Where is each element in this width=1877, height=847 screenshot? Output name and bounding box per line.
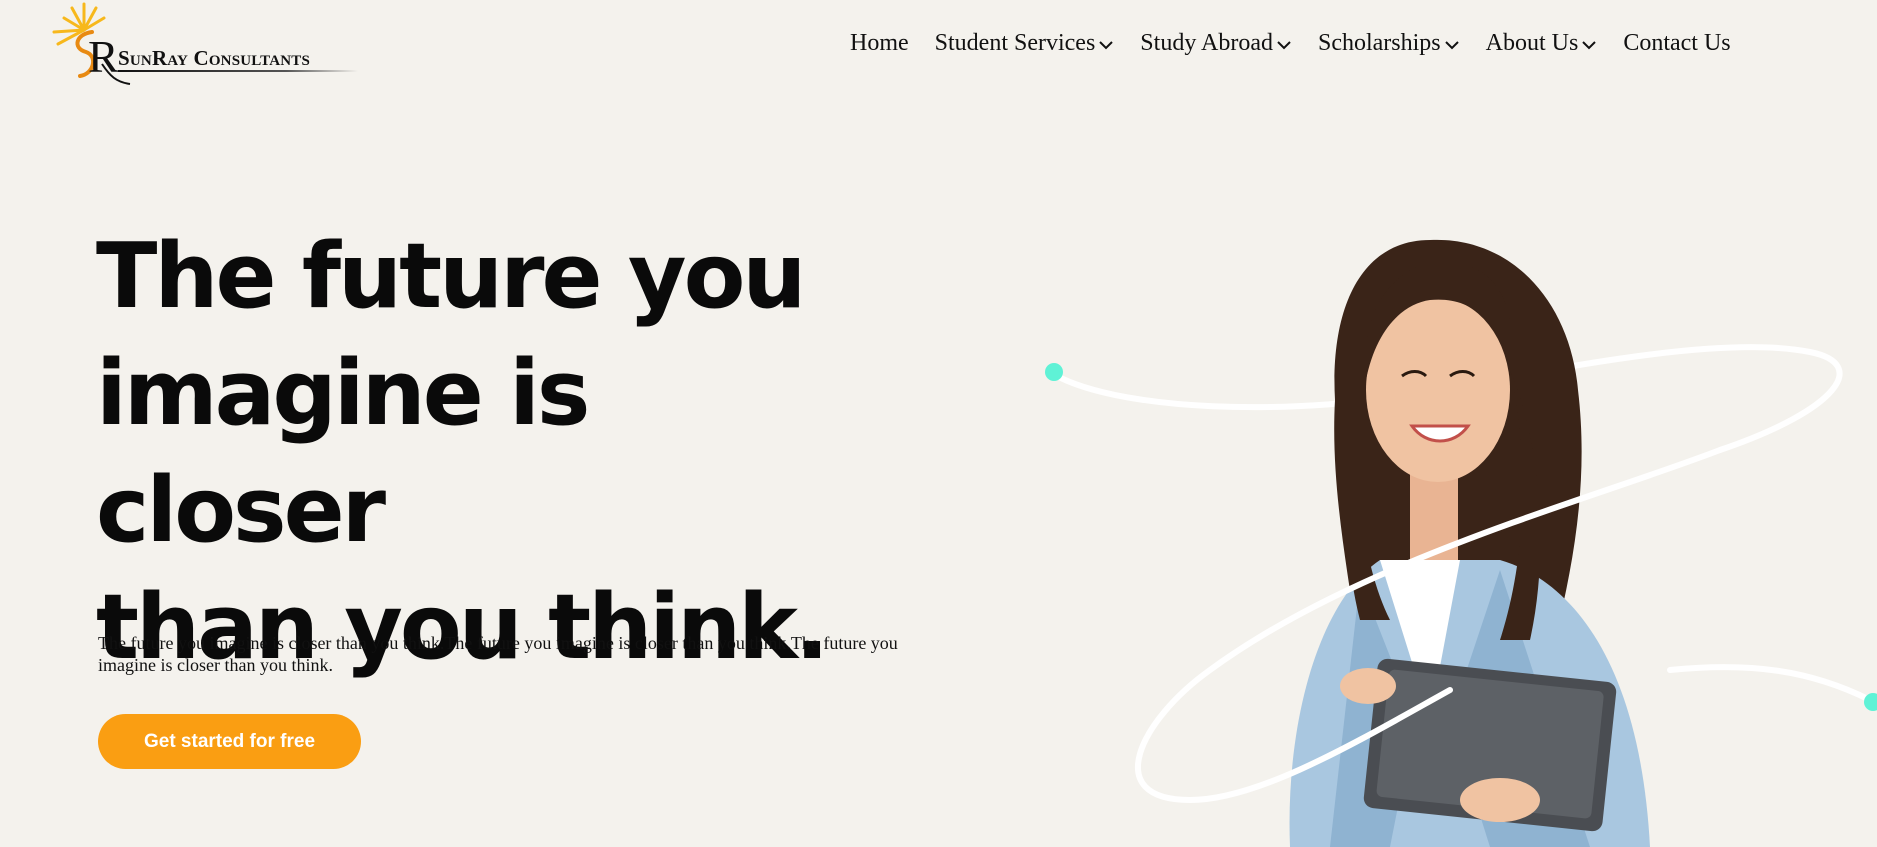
brand-name: SunRay Consultants [118, 46, 311, 70]
get-started-button[interactable]: Get started for free [98, 714, 361, 769]
nav-item-label: Home [850, 30, 909, 56]
logo-underline [118, 70, 358, 72]
hero-title-line: The future you [96, 224, 807, 329]
svg-text:R: R [88, 31, 119, 82]
nav-item-student-services[interactable]: Student Services [935, 30, 1115, 57]
chevron-down-icon [1277, 40, 1291, 49]
nav-item-label: Scholarships [1317, 30, 1441, 56]
brand-logo[interactable]: R SunRay Consultants [46, 0, 358, 86]
main-nav: Home Student Services Study Abroad Schol… [850, 30, 1731, 57]
nav-item-label: About Us [1485, 30, 1579, 56]
nav-item-contact-us[interactable]: Contact Us [1623, 30, 1730, 57]
nav-item-home[interactable]: Home [850, 30, 909, 57]
hero-illustration [1045, 239, 1877, 847]
hero-title: The future you imagine is closer than yo… [96, 218, 896, 686]
hero-title-line: imagine is closer [96, 341, 591, 563]
teal-dot-left [1045, 363, 1063, 381]
nav-item-label: Study Abroad [1140, 30, 1273, 56]
chevron-down-icon [1582, 40, 1597, 49]
chevron-down-icon [1099, 40, 1114, 49]
hero-subtitle: The future you imagine is closer than yo… [98, 633, 898, 675]
nav-item-scholarships[interactable]: Scholarships [1318, 30, 1460, 57]
nav-item-label: Contact Us [1623, 30, 1731, 56]
orbit-line-tail [1667, 664, 1873, 703]
nav-item-about-us[interactable]: About Us [1486, 30, 1598, 57]
nav-item-label: Student Services [934, 30, 1096, 56]
nav-item-study-abroad[interactable]: Study Abroad [1140, 30, 1292, 57]
smiling-woman-with-tablet-photo [1289, 239, 1650, 847]
sun-logo-icon: R [52, 2, 131, 85]
chevron-down-icon [1444, 40, 1459, 49]
